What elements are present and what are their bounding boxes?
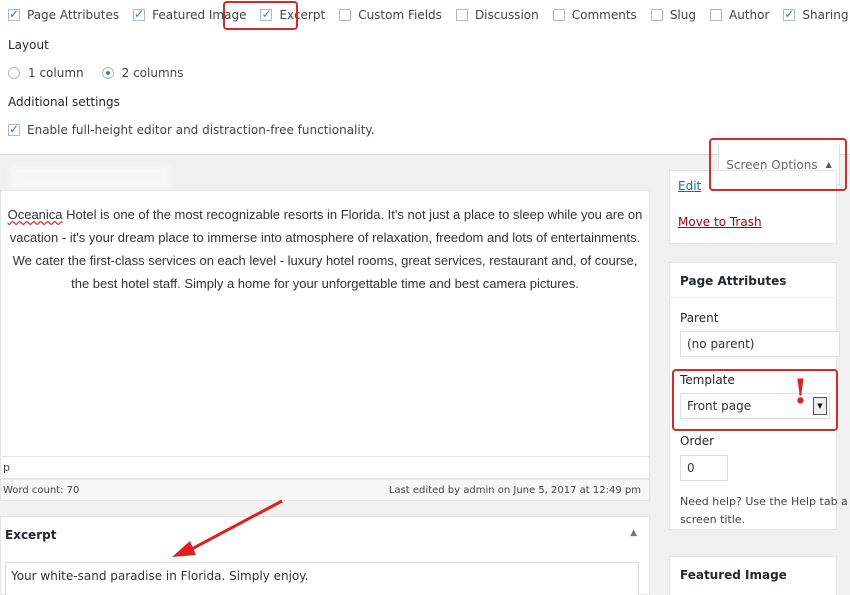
checkbox-label: Comments — [571, 8, 637, 22]
checkbox-discussion[interactable]: Discussion — [455, 8, 539, 22]
checkbox-sharing[interactable]: Sharing — [783, 7, 849, 22]
radio-circle[interactable] — [8, 67, 20, 79]
excerpt-textarea[interactable]: Your white-sand paradise in Florida. Sim… — [5, 562, 639, 595]
checkbox-box[interactable] — [8, 7, 20, 21]
screen-options-panel: Page Attributes Featured Image Excerpt C… — [0, 0, 850, 155]
checkbox-page-attributes[interactable]: Page Attributes — [8, 7, 120, 22]
blurred-title — [10, 166, 170, 188]
checkbox-label: Featured Image — [152, 8, 247, 22]
checkbox-box[interactable] — [8, 122, 20, 136]
featured-image-metabox: Featured Image — [669, 556, 837, 595]
element-path[interactable]: p — [3, 461, 10, 474]
template-value: Front page — [687, 399, 752, 413]
checkbox-label: Author — [729, 8, 770, 22]
checkbox-box[interactable] — [133, 7, 146, 21]
checkbox-excerpt[interactable]: Excerpt — [260, 7, 326, 22]
checkbox-label: Slug — [669, 8, 696, 22]
divider — [670, 297, 838, 298]
checkbox-box[interactable] — [552, 9, 565, 21]
help-text: Need help? Use the Help tab a screen tit… — [680, 495, 848, 526]
layout-radio-row: 1 column 2 columns — [8, 66, 184, 80]
radio-label: 2 columns — [121, 66, 184, 80]
move-to-trash-link[interactable]: Move to Trash — [678, 215, 762, 229]
editor-path-bar: p — [0, 457, 650, 479]
checkbox-author[interactable]: Author — [710, 8, 769, 22]
radio-label: 1 column — [28, 66, 84, 80]
parent-select[interactable]: (no parent) — [680, 331, 840, 357]
exclamation-mark: ! — [793, 372, 808, 412]
edit-link[interactable]: Edit — [678, 179, 701, 193]
checkbox-label: Sharing — [802, 8, 849, 22]
publish-metabox: Edit Move to Trash — [669, 170, 837, 244]
editor-text: Hotel is one of the most recognizable re… — [9, 207, 643, 291]
editor-content[interactable]: Oceanica Hotel is one of the most recogn… — [1, 191, 649, 295]
last-edited: Last edited by admin on June 5, 2017 at … — [388, 484, 641, 496]
page-attributes-title[interactable]: Page Attributes — [680, 274, 786, 288]
boxes-checkbox-row: Page Attributes Featured Image Excerpt C… — [8, 7, 850, 22]
page-attributes-metabox: Page Attributes Parent (no parent) Templ… — [669, 262, 848, 530]
radio-two-columns[interactable]: 2 columns — [101, 66, 184, 80]
checkbox-box[interactable] — [783, 7, 796, 21]
radio-one-column[interactable]: 1 column — [8, 66, 84, 80]
template-label: Template — [680, 373, 735, 387]
checkbox-box[interactable] — [710, 9, 722, 21]
radio-circle[interactable] — [101, 67, 114, 79]
checkbox-label: Custom Fields — [358, 8, 442, 22]
featured-image-title[interactable]: Featured Image — [680, 568, 787, 582]
checkbox-full-height-editor[interactable]: Enable full-height editor and distractio… — [8, 122, 375, 137]
checkbox-slug[interactable]: Slug — [650, 8, 696, 22]
order-input[interactable]: 0 — [680, 455, 728, 481]
checkbox-comments[interactable]: Comments — [552, 8, 637, 22]
checkbox-label: Excerpt — [279, 8, 326, 22]
excerpt-title[interactable]: Excerpt — [5, 528, 56, 542]
order-label: Order — [680, 434, 715, 448]
checkbox-box[interactable] — [650, 9, 663, 21]
annotation-arrow-icon — [172, 499, 283, 557]
excerpt-metabox: Excerpt ▲ Your white-sand paradise in Fl… — [0, 516, 650, 595]
checkbox-label: Enable full-height editor and distractio… — [27, 123, 375, 137]
checkbox-box[interactable] — [455, 9, 468, 21]
word-count: Word count: 70 — [3, 484, 80, 496]
checkbox-box[interactable] — [339, 9, 352, 21]
checkbox-label: Discussion — [474, 8, 539, 22]
layout-heading: Layout — [8, 38, 49, 52]
checkbox-featured-image[interactable]: Featured Image — [133, 7, 247, 22]
editor-status-bar: Word count: 70 Last edited by admin on J… — [0, 479, 650, 501]
caret-up-icon: ▲ — [825, 160, 832, 169]
parent-label: Parent — [680, 311, 719, 325]
checkbox-label: Page Attributes — [27, 8, 120, 22]
editor-spellcheck-word: Oceanica — [7, 207, 63, 222]
additional-settings-heading: Additional settings — [8, 95, 120, 109]
content-editor[interactable]: Oceanica Hotel is one of the most recogn… — [0, 190, 650, 457]
checkbox-custom-fields[interactable]: Custom Fields — [339, 8, 442, 22]
checkbox-box[interactable] — [260, 7, 273, 21]
chevron-down-icon[interactable]: ▼ — [813, 397, 827, 415]
collapse-arrow-icon[interactable]: ▲ — [630, 528, 637, 538]
